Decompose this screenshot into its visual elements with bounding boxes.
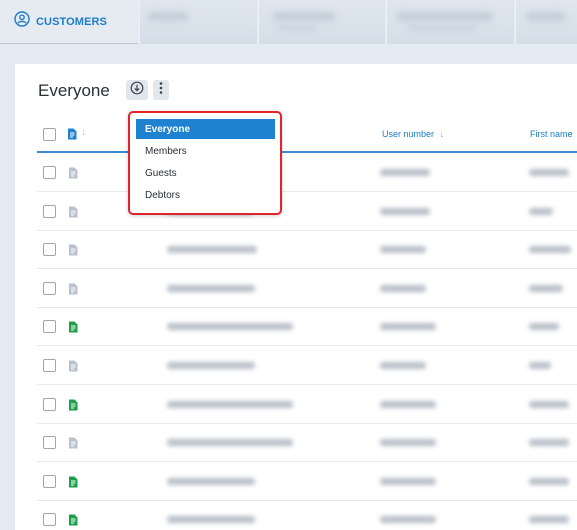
table-row[interactable] — [37, 462, 577, 501]
row-redacted-user-number — [380, 439, 436, 447]
row-checkbox[interactable] — [43, 359, 56, 372]
table-row[interactable] — [37, 423, 577, 463]
grey-doc-icon[interactable] — [68, 166, 78, 179]
row-checkbox[interactable] — [43, 166, 56, 179]
green-doc-icon[interactable] — [68, 398, 78, 411]
download-icon — [130, 81, 144, 100]
row-redacted-first-name — [529, 207, 553, 215]
row-redacted-name — [167, 323, 293, 331]
row-checkbox[interactable] — [43, 243, 56, 257]
row-redacted-user-number — [380, 207, 430, 215]
row-redacted-first-name — [529, 246, 571, 254]
table-row[interactable] — [37, 385, 577, 424]
row-redacted-user-number — [380, 246, 426, 254]
kebab-icon — [159, 81, 163, 99]
tab-blurred-4[interactable] — [515, 0, 577, 44]
document-header-icon[interactable] — [67, 127, 77, 145]
table-row[interactable] — [37, 307, 577, 347]
row-redacted-first-name — [529, 169, 569, 176]
row-redacted-user-number — [380, 362, 426, 369]
row-checkbox[interactable] — [43, 320, 56, 334]
row-checkbox[interactable] — [43, 513, 56, 527]
row-checkbox[interactable] — [43, 436, 56, 450]
row-redacted-name — [167, 362, 255, 369]
row-redacted-user-number — [380, 400, 436, 408]
row-redacted-name — [167, 284, 255, 292]
user-number-column-header[interactable]: User number ↓ — [382, 129, 444, 139]
row-redacted-user-number — [380, 516, 436, 524]
row-redacted-name — [167, 439, 293, 447]
top-tab-bar: CUSTOMERS — [0, 0, 577, 44]
row-redacted-name — [167, 246, 257, 254]
select-all-checkbox[interactable] — [43, 128, 56, 141]
row-checkbox[interactable] — [43, 204, 56, 218]
tab-blurred-2[interactable] — [258, 0, 385, 44]
tab-blurred-1[interactable] — [139, 0, 257, 44]
sort-arrow-icon: ↓ — [439, 129, 445, 139]
more-options-button[interactable] — [153, 80, 169, 100]
dropdown-option-everyone[interactable]: Everyone — [136, 119, 275, 139]
grey-doc-icon[interactable] — [68, 282, 78, 295]
tab-customers[interactable]: CUSTOMERS — [0, 0, 138, 44]
row-checkbox[interactable] — [43, 397, 56, 411]
grey-doc-icon[interactable] — [68, 359, 78, 372]
user-number-header-label: User number — [382, 129, 435, 139]
table-header: ↓ User number ↓ First name — [37, 116, 577, 153]
row-redacted-first-name — [529, 362, 551, 369]
table-row[interactable] — [37, 346, 577, 385]
table-row[interactable] — [37, 192, 577, 231]
tab-customers-label: CUSTOMERS — [36, 15, 107, 28]
table-row[interactable] — [37, 230, 577, 270]
tab-blurred-3[interactable] — [386, 0, 514, 44]
customers-panel: Everyone ↓ User number ↓ First name — [15, 64, 577, 530]
row-redacted-first-name — [529, 439, 569, 447]
row-redacted-name — [167, 516, 255, 524]
grey-doc-icon[interactable] — [68, 436, 78, 449]
grey-doc-icon[interactable] — [68, 205, 78, 218]
table-row[interactable] — [37, 269, 577, 308]
sort-arrow-icon[interactable]: ↓ — [81, 127, 86, 138]
green-doc-icon[interactable] — [68, 475, 78, 488]
row-redacted-user-number — [380, 477, 436, 485]
row-redacted-user-number — [380, 323, 436, 331]
row-redacted-first-name — [529, 284, 563, 292]
green-doc-icon[interactable] — [68, 320, 78, 333]
row-redacted-first-name — [529, 516, 569, 524]
download-button[interactable] — [126, 80, 148, 100]
first-name-column-header[interactable]: First name — [530, 129, 573, 139]
table-row[interactable] — [37, 153, 577, 192]
row-redacted-name — [167, 477, 255, 485]
row-redacted-name — [167, 400, 293, 408]
row-redacted-user-number — [380, 284, 426, 292]
page-title: Everyone — [38, 81, 110, 100]
dropdown-option-debtors[interactable]: Debtors — [136, 185, 275, 205]
row-redacted-user-number — [380, 169, 430, 176]
row-redacted-first-name — [529, 477, 569, 485]
row-redacted-first-name — [529, 323, 559, 331]
view-filter-dropdown: Everyone Members Guests Debtors — [128, 111, 282, 215]
row-redacted-first-name — [529, 400, 569, 408]
customers-icon — [14, 11, 30, 32]
dropdown-option-members[interactable]: Members — [136, 141, 275, 161]
row-checkbox[interactable] — [43, 474, 56, 488]
green-doc-icon[interactable] — [68, 513, 78, 526]
dropdown-option-guests[interactable]: Guests — [136, 163, 275, 183]
row-checkbox[interactable] — [43, 281, 56, 295]
table-row[interactable] — [37, 500, 577, 530]
grey-doc-icon[interactable] — [68, 243, 78, 256]
